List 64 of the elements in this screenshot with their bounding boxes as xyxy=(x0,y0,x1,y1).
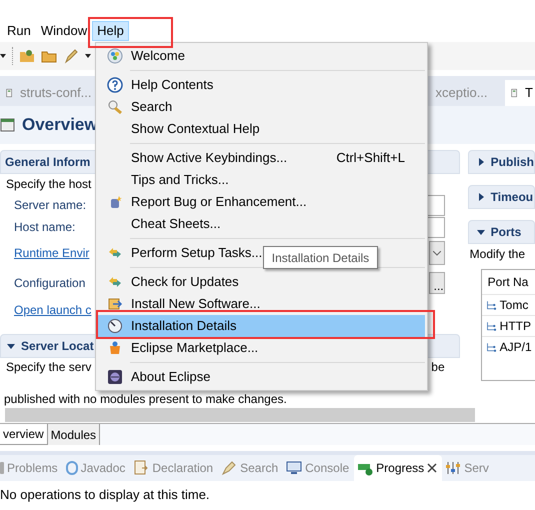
search-icon xyxy=(106,99,122,115)
editor-title: Overview xyxy=(22,114,98,136)
menu-item[interactable]: Report Bug or Enhancement... xyxy=(98,191,311,213)
menu-item[interactable]: Welcome xyxy=(98,45,189,67)
section-description: Specify the host xyxy=(6,176,92,193)
eclipse-icon xyxy=(106,369,122,385)
pen-icon xyxy=(63,48,79,64)
dropdown-field[interactable] xyxy=(428,241,445,265)
link[interactable]: Open launch c xyxy=(14,301,92,319)
menu-item[interactable]: Tips and Tricks... xyxy=(98,169,233,191)
menu-item[interactable]: Show Active Keybindings... Ctrl+Shift+L xyxy=(98,147,425,169)
view-tab[interactable]: Progress xyxy=(354,455,442,481)
menu-item[interactable]: Installation Details xyxy=(98,315,425,337)
expand-triangle-icon[interactable] xyxy=(476,158,485,166)
field-label: Server name: xyxy=(14,197,86,214)
browse-button[interactable]: ... xyxy=(428,272,445,294)
menu-item[interactable]: Cheat Sheets... xyxy=(98,213,225,235)
document-icon xyxy=(133,460,150,476)
dropdown-caret-icon[interactable] xyxy=(85,54,91,58)
close-icon[interactable] xyxy=(427,463,438,473)
monitor-icon xyxy=(286,460,302,476)
field-label: Configuration xyxy=(14,275,86,292)
menu-item[interactable]: Check for Updates xyxy=(98,271,243,293)
install-icon xyxy=(106,296,122,312)
menu-bar-item[interactable]: Help xyxy=(92,21,129,41)
dropdown-caret-icon[interactable] xyxy=(0,54,6,58)
menu-item[interactable]: Help Contents xyxy=(98,74,218,96)
section-description: Specify the serv xyxy=(6,359,92,376)
menu-bar-item[interactable]: Run xyxy=(2,21,36,41)
table-cell-text: AJP/1 xyxy=(500,339,532,356)
folder-icon xyxy=(19,48,35,64)
section-note: published with no modules present to make changes. xyxy=(4,391,287,408)
section-header[interactable]: Publish xyxy=(468,150,535,174)
menu-item[interactable]: Show Contextual Help xyxy=(98,118,264,140)
globe-icon xyxy=(106,48,122,64)
editor-page-tab[interactable]: verview xyxy=(0,424,48,445)
section-header[interactable]: Ports xyxy=(468,220,535,244)
table-cell-text: HTTP xyxy=(500,318,531,335)
collapse-triangle-icon[interactable] xyxy=(476,228,485,236)
section-description: Modify the xyxy=(468,246,526,263)
scrollbar-thumb[interactable] xyxy=(5,408,475,422)
menu-item[interactable]: Install New Software... xyxy=(98,293,264,315)
link[interactable]: Runtime Envir xyxy=(14,244,90,262)
status-message: No operations to display at this time. xyxy=(0,486,210,504)
table-cell-text: Tomc xyxy=(500,297,528,314)
editor-tab[interactable]: T xyxy=(505,80,535,106)
field-label: Host name: xyxy=(14,219,76,236)
chevron-down-icon xyxy=(432,250,441,256)
section-description: be xyxy=(431,359,445,376)
shortcut-label: Ctrl+Shift+L xyxy=(336,149,405,168)
menu-item[interactable]: About Eclipse xyxy=(98,366,214,388)
expand-triangle-icon[interactable] xyxy=(476,193,485,201)
collapse-triangle-icon[interactable] xyxy=(7,342,15,350)
gauge-icon xyxy=(106,318,122,334)
flashlight-icon xyxy=(221,460,238,476)
menu-item[interactable]: Eclipse Marketplace... xyxy=(98,337,262,359)
help-icon xyxy=(106,77,122,93)
column-header: Port Na xyxy=(486,274,530,291)
menu-item[interactable]: Search xyxy=(98,96,176,118)
editor-page-tab[interactable]: Modules xyxy=(48,424,100,445)
menu-bar-item[interactable]: Window xyxy=(36,21,92,41)
section-header[interactable]: Timeou xyxy=(468,185,535,209)
sliders-icon xyxy=(445,460,462,476)
tooltip: Installation Details xyxy=(263,246,378,269)
